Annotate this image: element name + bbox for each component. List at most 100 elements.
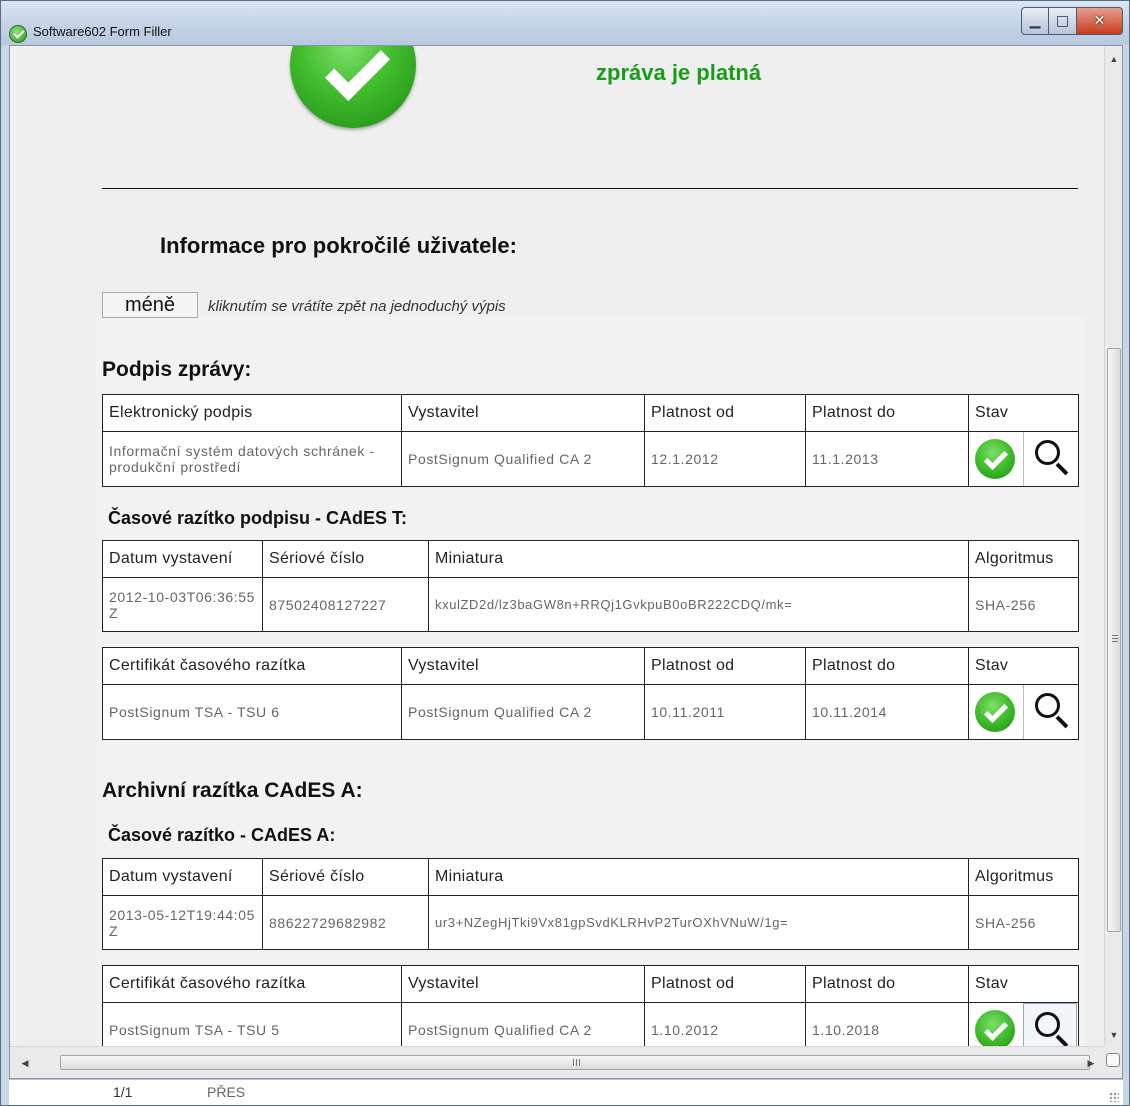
archive-cert-detail-button[interactable] xyxy=(1023,1003,1077,1048)
insert-mode-indicator: PŘES xyxy=(207,1084,246,1100)
column-header: Stav xyxy=(968,647,1079,685)
column-header: Sériové číslo xyxy=(262,858,429,896)
signature-detail-button[interactable] xyxy=(1023,432,1077,486)
algorithm-cell: SHA-256 xyxy=(968,577,1079,632)
check-icon xyxy=(975,692,1015,732)
scroll-right-icon[interactable]: ▶ xyxy=(1082,1054,1100,1072)
page-indicator: 1/1 xyxy=(113,1084,133,1100)
archive-heading: Archivní razítka CAdES A: xyxy=(102,779,363,802)
app-logo-icon xyxy=(9,25,27,43)
table-header-row: Datum vystavení Sériové číslo Miniatura … xyxy=(102,540,1079,578)
scroll-up-icon[interactable]: ▲ xyxy=(1105,50,1123,68)
serial-cell: 87502408127227 xyxy=(262,577,429,632)
column-header: Stav xyxy=(968,965,1079,1003)
archive-timestamp-heading: Časové razítko - CAdES A: xyxy=(108,825,336,845)
valid-check-icon xyxy=(290,46,416,128)
vertical-scrollbar[interactable]: ▲ ▼ xyxy=(1104,46,1122,1048)
tsa-name-cell: PostSignum TSA - TSU 5 xyxy=(102,1002,402,1048)
horizontal-scrollbar[interactable]: ◀ ▶ xyxy=(10,1046,1104,1078)
column-header: Miniatura xyxy=(428,858,969,896)
window-title: Software602 Form Filler xyxy=(33,24,172,39)
sig-timestamp-table: Datum vystavení Sériové číslo Miniatura … xyxy=(102,540,1079,632)
column-header: Platnost do xyxy=(805,965,969,1003)
maximize-button[interactable]: □ xyxy=(1049,7,1077,35)
signature-table: Elektronický podpis Vystavitel Platnost … xyxy=(102,394,1079,487)
column-header: Algoritmus xyxy=(968,540,1079,578)
document-page: zpráva je platná Informace pro pokročilé… xyxy=(20,46,1105,1048)
close-button[interactable]: ✕ xyxy=(1077,7,1123,35)
column-header: Sériové číslo xyxy=(262,540,429,578)
column-header: Vystavitel xyxy=(401,965,645,1003)
close-icon: ✕ xyxy=(1093,13,1106,29)
valid-from-cell: 1.10.2012 xyxy=(644,1002,806,1048)
table-header-row: Certifikát časového razítka Vystavitel P… xyxy=(102,965,1079,1003)
magnifier-icon xyxy=(1035,693,1060,718)
tsa-cert-detail-button[interactable] xyxy=(1023,685,1077,739)
valid-from-cell: 10.11.2011 xyxy=(644,684,806,740)
issue-date-cell: 2012-10-03T06:36:55Z xyxy=(102,577,263,632)
advanced-info-title: Informace pro pokročilé uživatele: xyxy=(160,233,517,258)
archive-timestamp-table: Datum vystavení Sériové číslo Miniatura … xyxy=(102,858,1079,950)
table-row: PostSignum TSA - TSU 6 PostSignum Qualif… xyxy=(102,684,1079,740)
window-controls: ▁ □ ✕ xyxy=(1021,7,1123,35)
column-header: Datum vystavení xyxy=(102,858,263,896)
status-cell xyxy=(968,684,1079,740)
section-divider xyxy=(102,188,1078,189)
column-header: Platnost od xyxy=(644,394,806,432)
column-header: Stav xyxy=(968,394,1079,432)
valid-to-cell: 10.11.2014 xyxy=(805,684,969,740)
status-cell xyxy=(968,1002,1079,1048)
column-header: Vystavitel xyxy=(401,394,645,432)
title-bar[interactable]: Software602 Form Filler ▁ □ ✕ xyxy=(1,1,1129,45)
scroll-down-icon[interactable]: ▼ xyxy=(1105,1026,1123,1044)
table-row: 2013-05-12T19:44:05Z 88622729682982 ur3+… xyxy=(102,895,1079,950)
valid-to-cell: 1.10.2018 xyxy=(805,1002,969,1048)
check-icon xyxy=(975,439,1015,479)
tsa-name-cell: PostSignum TSA - TSU 6 xyxy=(102,684,402,740)
table-row: PostSignum TSA - TSU 5 PostSignum Qualif… xyxy=(102,1002,1079,1048)
issuer-cell: PostSignum Qualified CA 2 xyxy=(401,431,645,487)
magnifier-icon xyxy=(1035,1012,1060,1037)
valid-to-cell: 11.1.2013 xyxy=(805,431,969,487)
signature-heading: Podpis zprávy: xyxy=(102,358,252,381)
column-header: Algoritmus xyxy=(968,858,1079,896)
check-icon xyxy=(975,1010,1015,1048)
scroll-corner xyxy=(1104,1046,1122,1078)
less-hint: kliknutím se vrátíte zpět na jednoduchý … xyxy=(208,298,506,315)
app-window: Software602 Form Filler ▁ □ ✕ zpráva je … xyxy=(0,0,1130,1106)
column-header: Platnost do xyxy=(805,394,969,432)
resize-grip-icon[interactable] xyxy=(1109,1092,1119,1102)
column-header: Miniatura xyxy=(428,540,969,578)
table-header-row: Certifikát časového razítka Vystavitel P… xyxy=(102,647,1079,685)
status-bar: 1/1 PŘES xyxy=(9,1079,1123,1105)
column-header: Datum vystavení xyxy=(102,540,263,578)
table-row: 2012-10-03T06:36:55Z 87502408127227 kxul… xyxy=(102,577,1079,632)
column-header: Certifikát časového razítka xyxy=(102,965,402,1003)
column-header: Vystavitel xyxy=(401,647,645,685)
horizontal-scroll-thumb[interactable] xyxy=(60,1055,1090,1070)
issuer-cell: PostSignum Qualified CA 2 xyxy=(401,1002,645,1048)
scroll-left-icon[interactable]: ◀ xyxy=(16,1054,34,1072)
vertical-scroll-thumb[interactable] xyxy=(1107,348,1121,932)
issue-date-cell: 2013-05-12T19:44:05Z xyxy=(102,895,263,950)
serial-cell: 88622729682982 xyxy=(262,895,429,950)
algorithm-cell: SHA-256 xyxy=(968,895,1079,950)
column-header: Platnost od xyxy=(644,647,806,685)
sig-timestamp-cert-table: Certifikát časového razítka Vystavitel P… xyxy=(102,647,1079,740)
signer-name: Informační systém datových schránek - pr… xyxy=(102,431,402,487)
issuer-cell: PostSignum Qualified CA 2 xyxy=(401,684,645,740)
table-header-row: Elektronický podpis Vystavitel Platnost … xyxy=(102,394,1079,432)
table-row: Informační systém datových schránek - pr… xyxy=(102,431,1079,487)
column-header: Platnost od xyxy=(644,965,806,1003)
column-header: Platnost do xyxy=(805,647,969,685)
table-header-row: Datum vystavení Sériové číslo Miniatura … xyxy=(102,858,1079,896)
validation-message: zpráva je platná xyxy=(596,60,762,85)
maximize-icon: □ xyxy=(1055,13,1070,29)
valid-from-cell: 12.1.2012 xyxy=(644,431,806,487)
document-viewport: zpráva je platná Informace pro pokročilé… xyxy=(9,45,1123,1079)
minimize-button[interactable]: ▁ xyxy=(1021,7,1049,35)
grip-icon xyxy=(1112,635,1118,643)
thumbprint-cell: ur3+NZegHjTki9Vx81gpSvdKLRHvP2TurOXhVNuW… xyxy=(428,895,969,950)
status-cell xyxy=(968,431,1079,487)
less-button[interactable]: méně xyxy=(102,292,198,318)
